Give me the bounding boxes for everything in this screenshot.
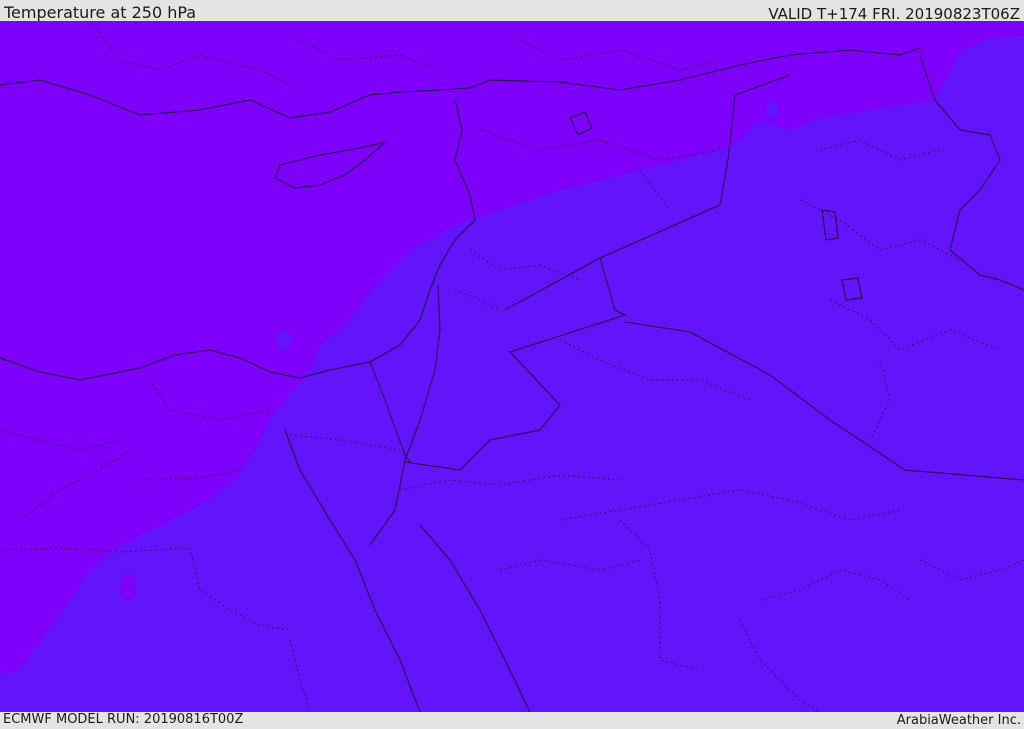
brand-label: ArabiaWeather Inc.: [896, 713, 1021, 728]
model-run-label: ECMWF MODEL RUN: 20190816T00Z: [3, 712, 244, 727]
footer-bar: ECMWF MODEL RUN: 20190816T00Z ArabiaWeat…: [0, 712, 1024, 729]
warm-patch: [120, 573, 136, 601]
map-title: Temperature at 250 hPa: [4, 3, 197, 22]
map-canvas[interactable]: [0, 21, 1024, 712]
map-svg: [0, 21, 1024, 712]
header-bar: Temperature at 250 hPa VALID T+174 FRI. …: [0, 0, 1024, 23]
cool-patch: [276, 330, 292, 350]
cool-patch: [766, 101, 778, 119]
